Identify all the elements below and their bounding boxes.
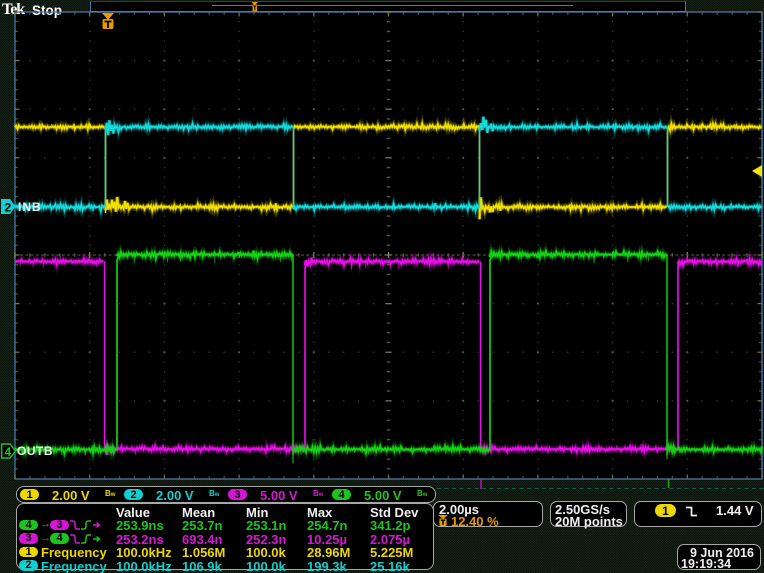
svg-text:2: 2 [5, 201, 12, 215]
svg-text:4: 4 [5, 445, 12, 459]
